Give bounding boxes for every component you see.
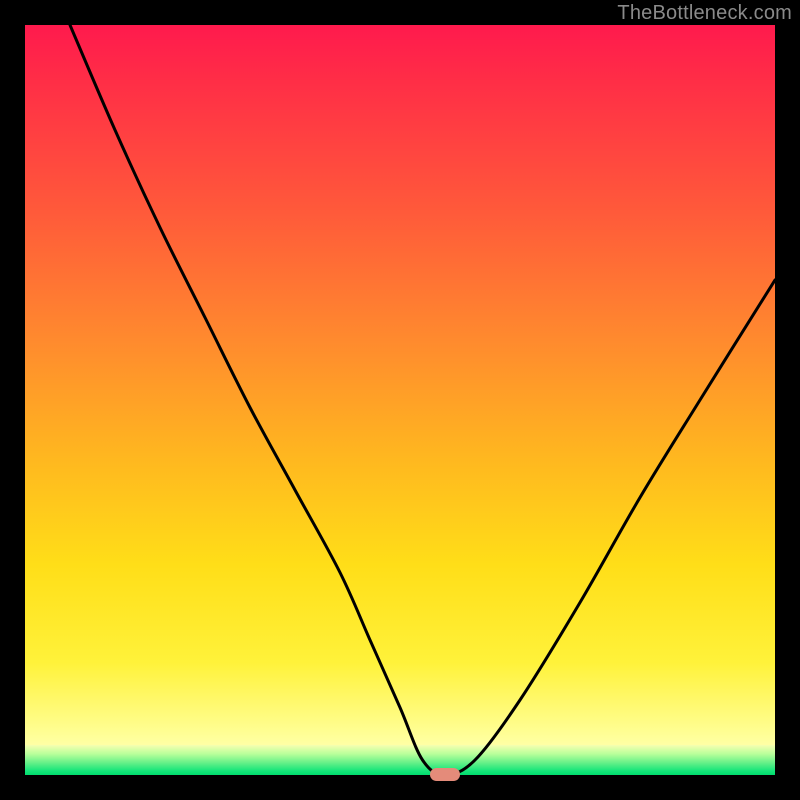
minimum-marker [430,768,460,781]
bottleneck-curve [25,25,775,775]
watermark-text: TheBottleneck.com [617,2,792,25]
plot-area [25,25,775,775]
chart-frame: TheBottleneck.com [0,0,800,800]
